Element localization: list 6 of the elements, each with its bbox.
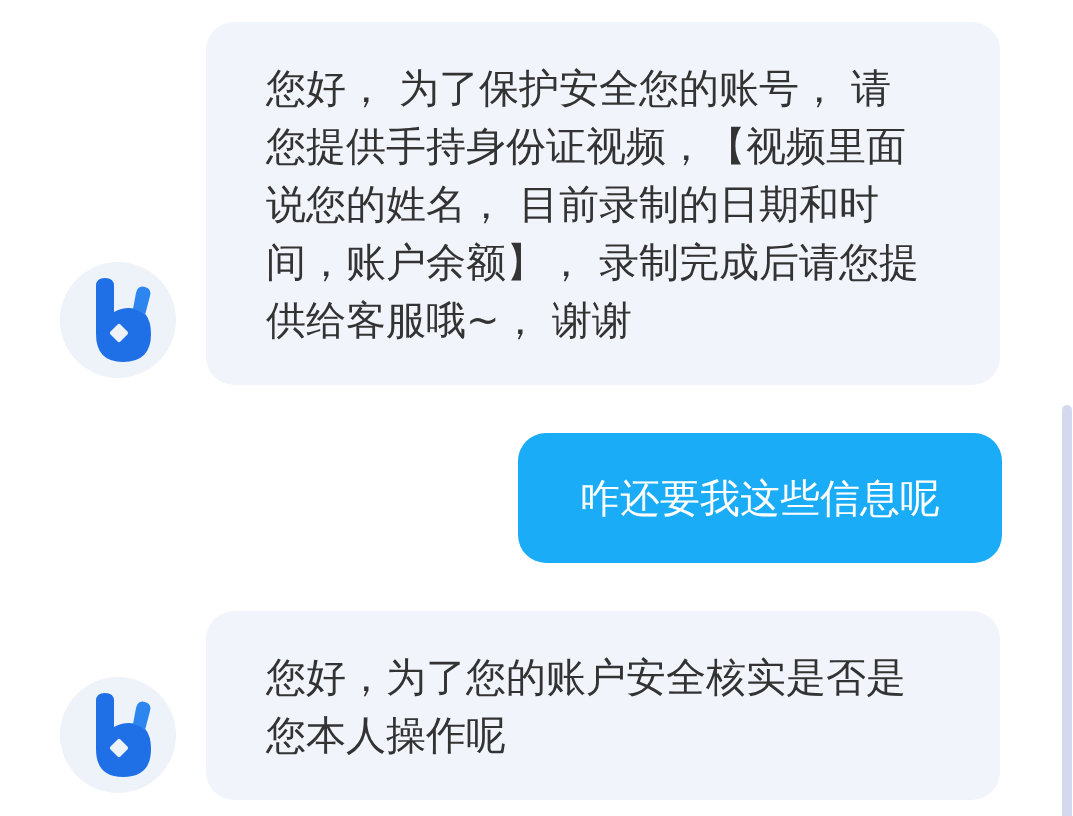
- bot-avatar-icon: [58, 675, 178, 795]
- message-bubble: 咋还要我这些信息呢: [518, 433, 1002, 563]
- message-bubble: 您好，为了您的账户安全核实是否是您本人操作呢: [206, 611, 1000, 800]
- message-bubble: 您好， 为了保护安全您的账号， 请您提供手持身份证视频，【视频里面说您的姓名， 目前录制的日期和时间，账户余额】， 录制完成后请您提供给客服哦~， 谢谢: [206, 22, 1000, 385]
- scrollbar[interactable]: [1062, 405, 1072, 816]
- bot-avatar-icon: [58, 260, 178, 380]
